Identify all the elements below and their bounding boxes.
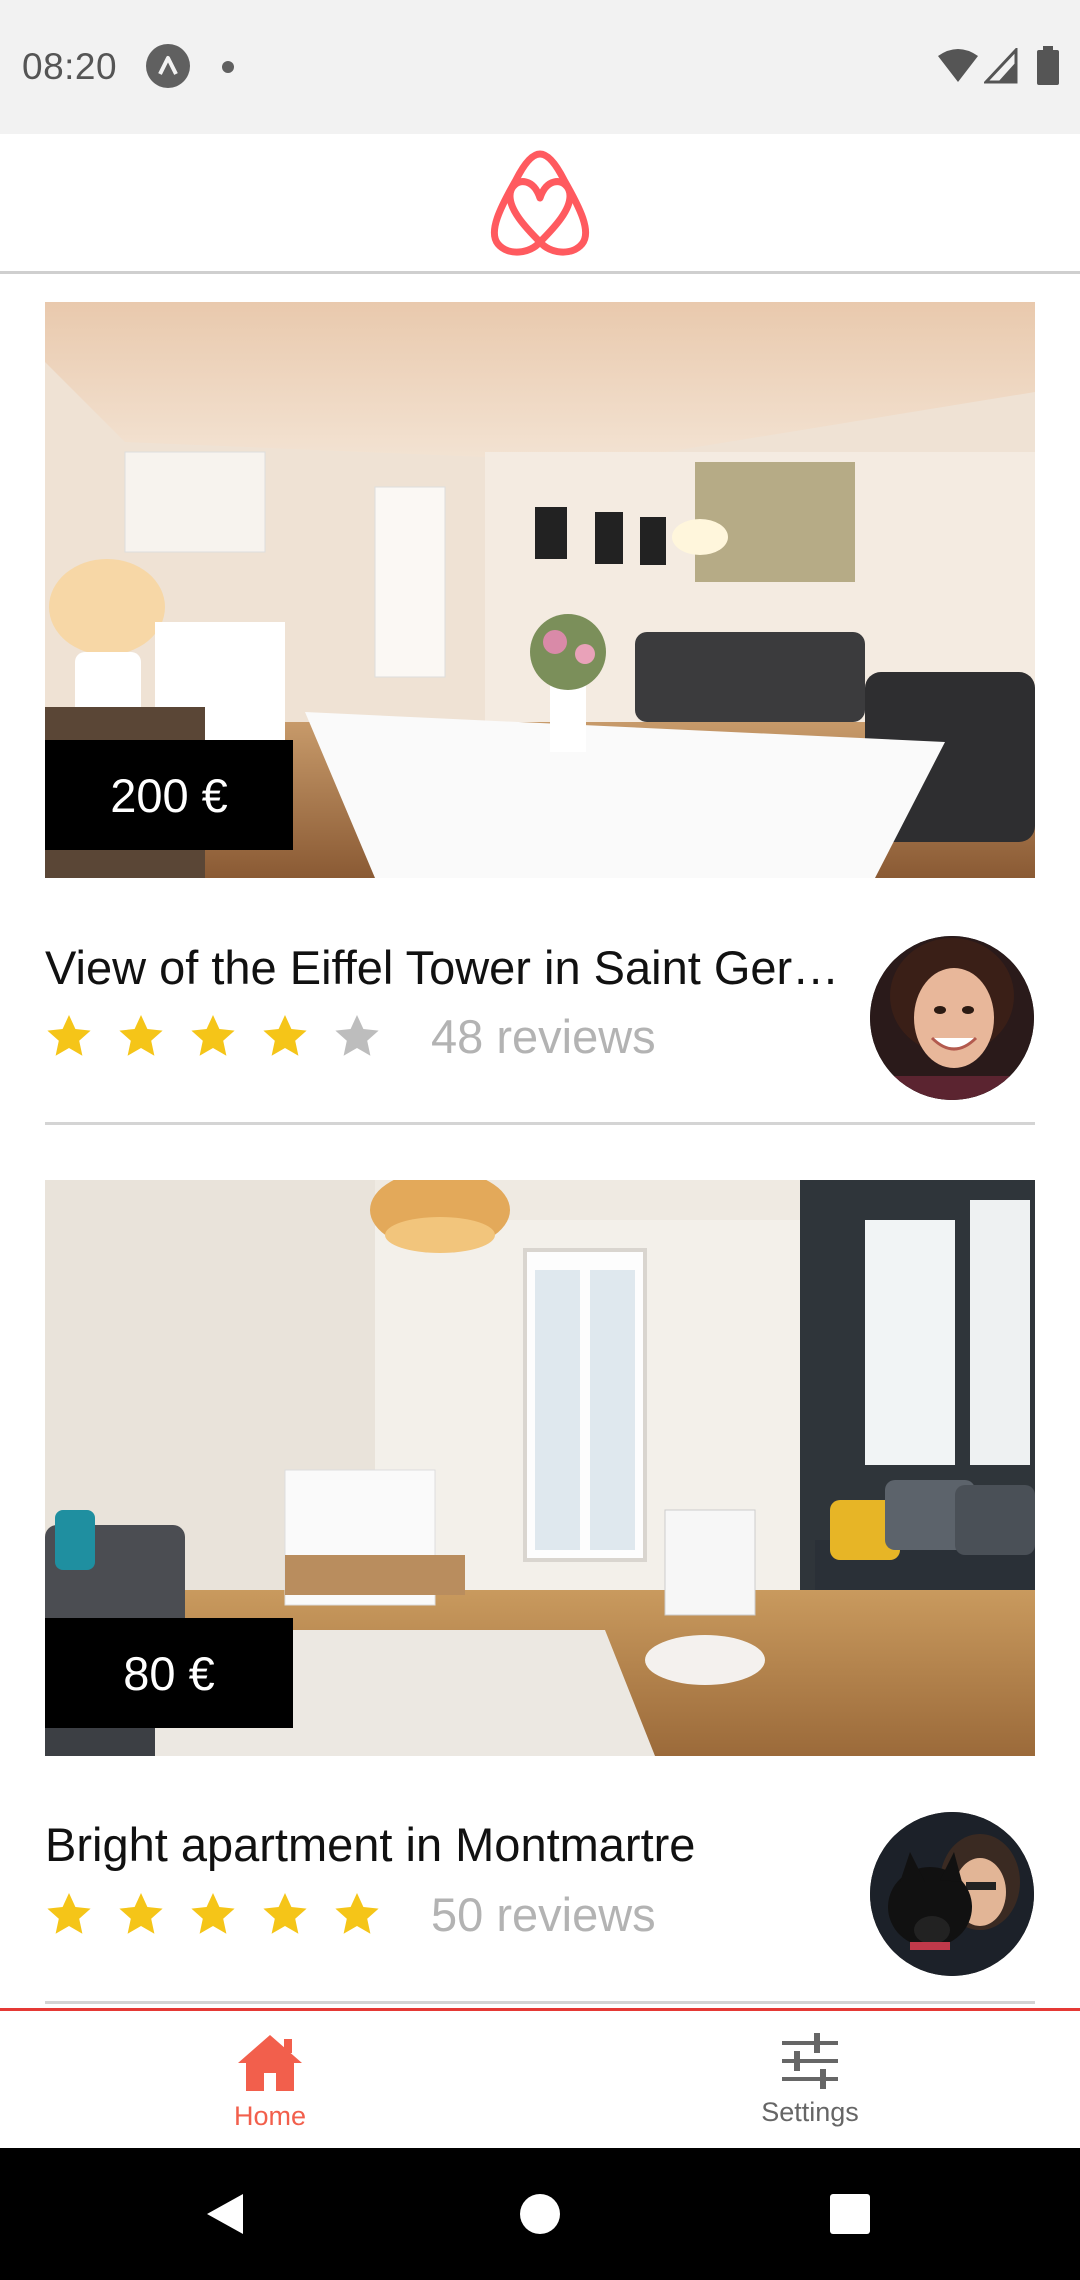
back-icon: [207, 2194, 243, 2234]
host-photo: [870, 1812, 1034, 1976]
bottom-navigation: Home Settings: [0, 2008, 1080, 2148]
nav-home[interactable]: Home: [0, 2011, 540, 2151]
star-filled-icon: [263, 1015, 307, 1056]
signal-icon: [984, 48, 1018, 84]
app-header: [0, 134, 1080, 274]
wifi-icon: [938, 49, 978, 82]
dot-icon: [222, 61, 234, 73]
star-filled-icon: [191, 1015, 235, 1056]
rating-row: 50 reviews: [45, 1884, 656, 1944]
circle-home-icon: [520, 2194, 560, 2234]
status-time: 08:20: [22, 46, 118, 87]
reviews-count: 48 reviews: [431, 1009, 656, 1063]
listing-image[interactable]: 200 €: [45, 302, 1035, 878]
home-system-button[interactable]: [505, 2148, 575, 2280]
host-photo: [870, 936, 1034, 1100]
price-tag: 200 €: [45, 740, 293, 850]
recents-button[interactable]: [815, 2148, 885, 2280]
divider: [45, 2001, 1035, 2004]
sliders-icon: [782, 2033, 838, 2089]
star-filled-icon: [191, 1893, 235, 1934]
nav-home-label: Home: [233, 2101, 307, 2131]
star-filled-icon: [263, 1893, 307, 1934]
system-navigation-bar: [0, 2148, 1080, 2280]
app-notification-icon: [146, 44, 190, 88]
listing-title[interactable]: View of the Eiffel Tower in Saint Ger…: [45, 940, 865, 995]
nav-settings-label: Settings: [761, 2097, 859, 2127]
divider: [45, 1122, 1035, 1125]
nav-settings[interactable]: Settings: [540, 2011, 1080, 2151]
rating-row: 48 reviews: [45, 1006, 656, 1066]
reviews-count: 50 reviews: [431, 1887, 656, 1941]
battery-icon: [1037, 46, 1059, 85]
square-recents-icon: [830, 2194, 870, 2234]
host-avatar[interactable]: [870, 1812, 1034, 1976]
home-icon: [238, 2035, 302, 2091]
price-tag: 80 €: [45, 1618, 293, 1728]
airbnb-logo[interactable]: [480, 144, 600, 264]
back-button[interactable]: [190, 2148, 260, 2280]
star-filled-icon: [47, 1015, 91, 1056]
star-filled-icon: [47, 1893, 91, 1934]
star-filled-icon: [119, 1015, 163, 1056]
star-filled-icon: [119, 1893, 163, 1934]
host-avatar[interactable]: [870, 936, 1034, 1100]
star-empty-icon: [335, 1015, 379, 1056]
listing-title[interactable]: Bright apartment in Montmartre: [45, 1817, 865, 1872]
status-bar: 08:20: [0, 0, 1080, 134]
listing-image[interactable]: 80 €: [45, 1180, 1035, 1756]
star-filled-icon: [335, 1893, 379, 1934]
